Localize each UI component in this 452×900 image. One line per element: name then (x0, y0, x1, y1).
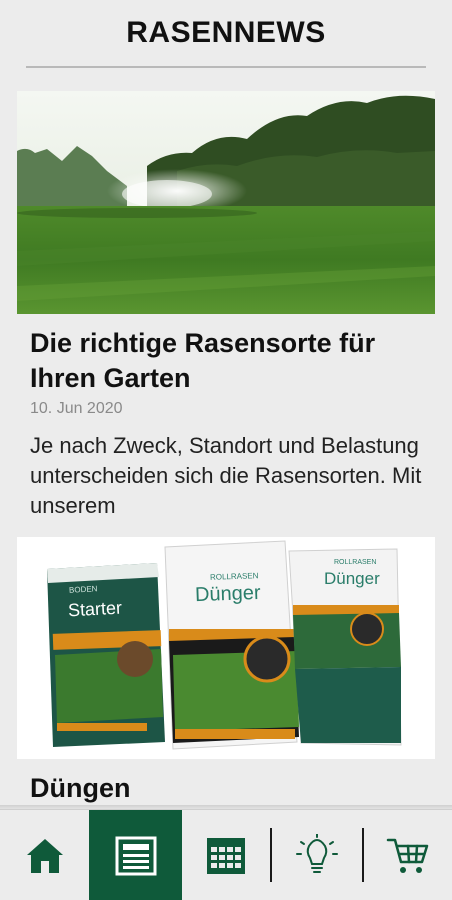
nav-shop-button[interactable] (364, 810, 452, 900)
header-divider (26, 66, 426, 68)
article-title[interactable]: Düngen (30, 771, 422, 806)
bag-duenger-label: Dünger (194, 581, 261, 607)
bag-duenger-brand: ROLLRASEN (209, 571, 259, 582)
bottom-navigation (0, 809, 452, 900)
app-header: RASENNEWS (0, 0, 452, 70)
bag-starter (47, 563, 165, 747)
newspaper-icon (115, 836, 156, 875)
article-title[interactable]: Die richtige Rasensorte für Ihren Garten (30, 326, 422, 396)
nav-calendar-button[interactable] (182, 810, 270, 900)
shopping-cart-icon (386, 838, 429, 873)
news-feed[interactable]: Die richtige Rasensorte für Ihren Garten… (0, 70, 452, 808)
article-image-fertilizer-bags[interactable]: Starter BODEN Dünger ROLLRASEN Dünger RO… (17, 537, 435, 759)
nav-tips-button[interactable] (272, 810, 362, 900)
news-article[interactable]: Starter BODEN Dünger ROLLRASEN Dünger RO… (0, 521, 452, 806)
bag-duenger-right-label: Dünger (324, 569, 380, 588)
page-title: RASENNEWS (126, 16, 326, 49)
news-article[interactable]: Die richtige Rasensorte für Ihren Garten… (0, 70, 452, 521)
lightbulb-icon (296, 833, 338, 873)
article-date: 10. Jun 2020 (30, 400, 123, 417)
lawn-photo (17, 91, 435, 314)
nav-home-button[interactable] (0, 810, 89, 900)
bag-starter-label: Starter (67, 597, 123, 621)
article-image-lawn-sprinkler[interactable] (17, 91, 435, 314)
nav-news-button[interactable] (89, 810, 182, 900)
home-icon (26, 838, 63, 873)
calendar-icon (207, 837, 245, 874)
bag-starter-brand: BODEN (68, 584, 98, 595)
article-teaser: Je nach Zweck, Standort und Belastung un… (30, 433, 422, 518)
bag-duenger-right-brand: ROLLRASEN (334, 559, 377, 566)
